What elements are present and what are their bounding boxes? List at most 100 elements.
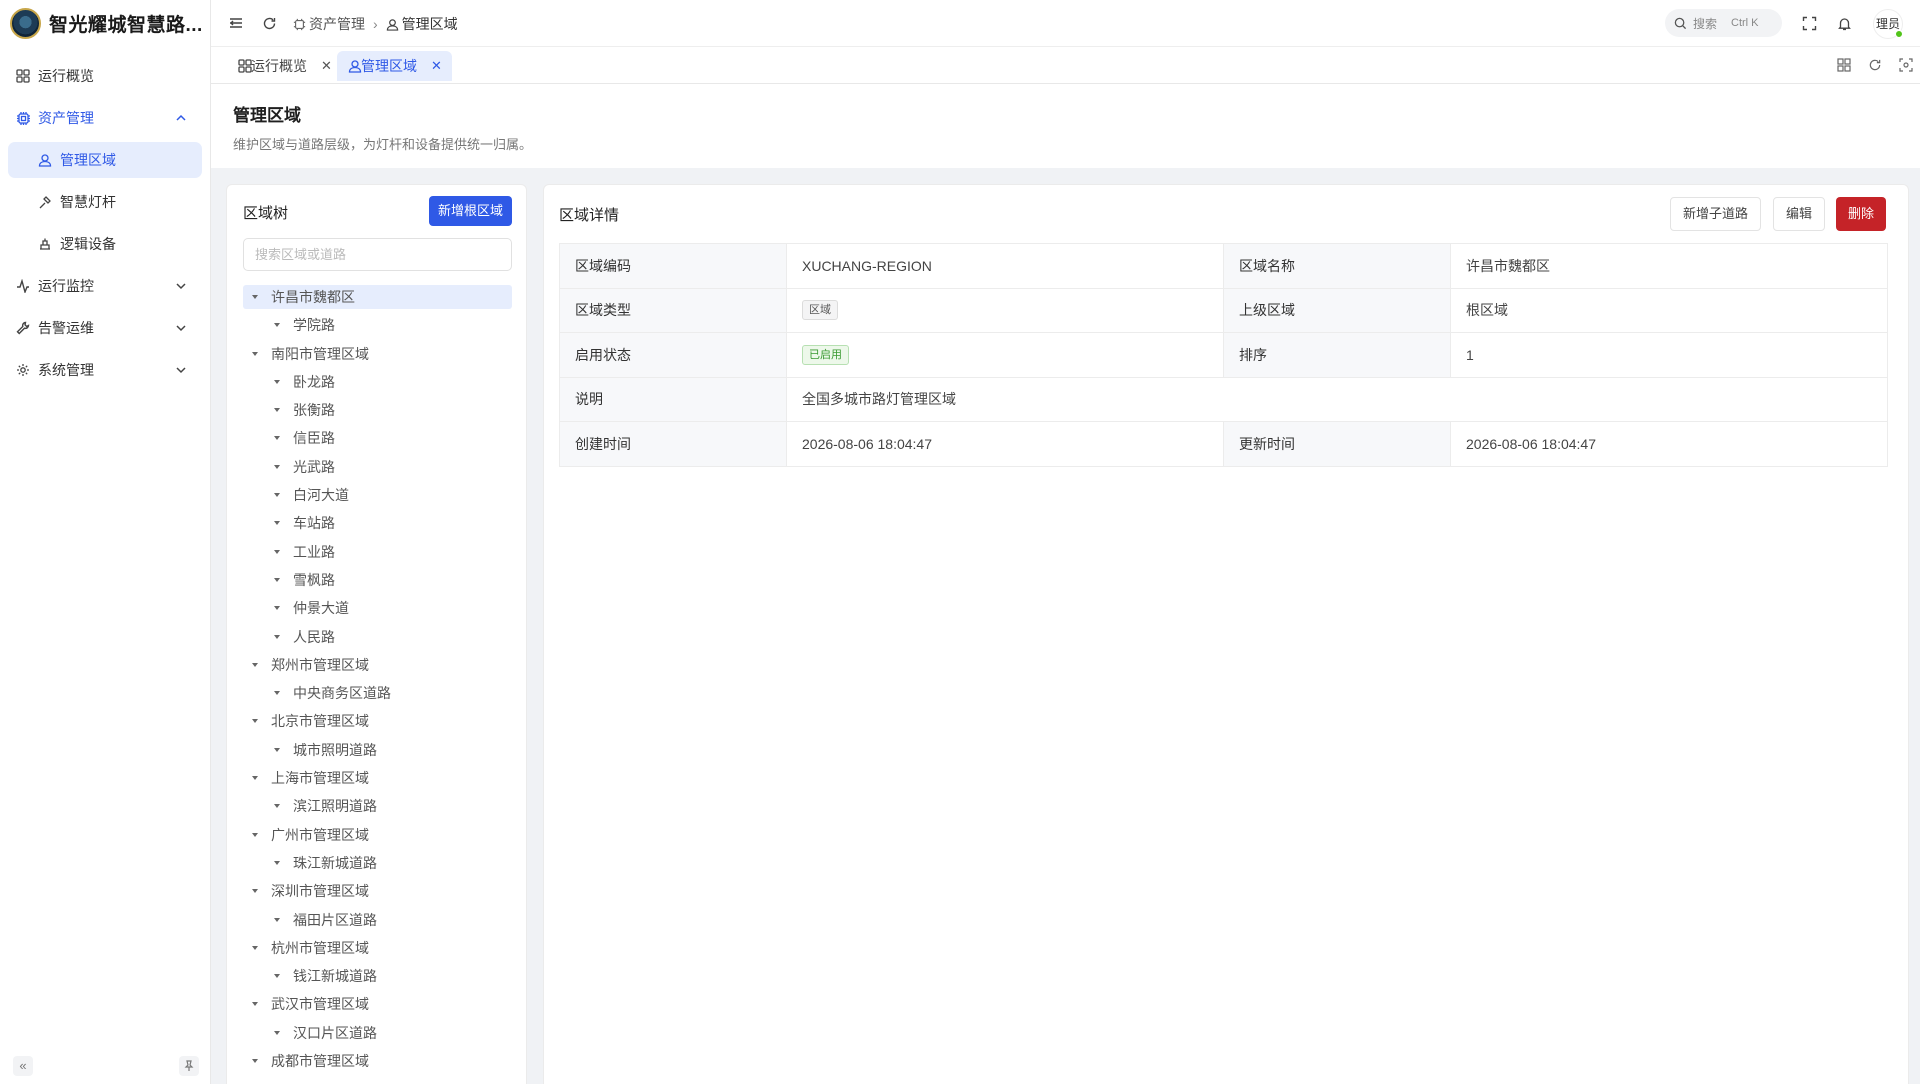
user-region-icon: [386, 18, 398, 31]
fullscreen-button[interactable]: [1800, 14, 1818, 32]
close-tab-button[interactable]: ✕: [431, 58, 442, 74]
refresh-tab-button[interactable]: [1866, 56, 1884, 74]
tree-node-road[interactable]: 光武路: [243, 455, 512, 479]
tree-node-road[interactable]: 中央商务区道路: [243, 681, 512, 705]
sidebar-item-assets[interactable]: 资产管理: [8, 100, 202, 136]
caret-down-icon[interactable]: [251, 1058, 259, 1064]
tree-node-road[interactable]: 雪枫路: [243, 568, 512, 592]
tree-node-road[interactable]: 白河大道: [243, 483, 512, 507]
caret-down-icon[interactable]: [273, 860, 281, 866]
tree-node-label: 人民路: [293, 628, 335, 645]
sidebar-item-monitor[interactable]: 运行监控: [8, 268, 202, 304]
tree-node-road[interactable]: 工业路: [243, 540, 512, 564]
tree-node-road[interactable]: 卧龙路: [243, 370, 512, 394]
tree-node-road[interactable]: 信臣路: [243, 426, 512, 450]
sidebar-item-alarm[interactable]: 告警运维: [8, 310, 202, 346]
caret-down-icon[interactable]: [273, 690, 281, 696]
tree-node-region[interactable]: 南阳市管理区域: [243, 342, 512, 366]
caret-down-icon[interactable]: [273, 605, 281, 611]
global-search-button[interactable]: 搜索 Ctrl K: [1665, 9, 1782, 37]
tree-node-road[interactable]: 车站路: [243, 511, 512, 535]
caret-down-icon[interactable]: [251, 888, 259, 894]
caret-down-icon[interactable]: [273, 464, 281, 470]
caret-down-icon[interactable]: [273, 379, 281, 385]
tab-overview[interactable]: 运行概览 ✕: [227, 51, 342, 81]
tree-node-region[interactable]: 成都市管理区域: [243, 1049, 512, 1073]
caret-down-icon[interactable]: [251, 718, 259, 724]
status-cell: 已启用: [786, 332, 1224, 378]
sidebar-item-overview[interactable]: 运行概览: [8, 58, 202, 94]
sidebar-item-label: 运行概览: [38, 68, 94, 84]
logo-row[interactable]: 智光耀城智慧路...: [0, 0, 210, 46]
caret-down-icon[interactable]: [273, 435, 281, 441]
tree-node-road[interactable]: 城市照明道路: [243, 738, 512, 762]
region-code-value: XUCHANG-REGION: [786, 243, 1224, 289]
caret-down-icon[interactable]: [273, 322, 281, 328]
caret-down-icon[interactable]: [251, 945, 259, 951]
region-tree-panel: 区域树 新增根区域 许昌市魏都区学院路南阳市管理区域卧龙路张衡路信臣路光武路白河…: [226, 184, 527, 1084]
menu-toggle-button[interactable]: [227, 14, 245, 32]
user-avatar[interactable]: 理员: [1873, 9, 1903, 39]
breadcrumb-item-assets[interactable]: 资产管理: [293, 14, 365, 34]
tree-search-input[interactable]: [243, 238, 512, 271]
caret-down-icon[interactable]: [273, 973, 281, 979]
sidebar-item-lamp[interactable]: 智慧灯杆: [8, 184, 202, 220]
add-root-region-button[interactable]: 新增根区域: [428, 196, 512, 226]
tree-node-region[interactable]: 杭州市管理区域: [243, 936, 512, 960]
tree-node-region[interactable]: 深圳市管理区域: [243, 879, 512, 903]
tab-label: 管理区域: [361, 58, 417, 74]
pin-icon: [184, 1060, 194, 1071]
caret-down-icon[interactable]: [273, 634, 281, 640]
sidebar-item-system[interactable]: 系统管理: [8, 352, 202, 388]
caret-down-icon[interactable]: [251, 1001, 259, 1007]
tree-node-region[interactable]: 北京市管理区域: [243, 709, 512, 733]
caret-down-icon[interactable]: [273, 803, 281, 809]
close-tab-button[interactable]: ✕: [321, 58, 332, 74]
tree-node-road[interactable]: 滨江照明道路: [243, 794, 512, 818]
tree-node-label: 杭州市管理区域: [271, 939, 369, 956]
caret-down-icon[interactable]: [273, 917, 281, 923]
notifications-button[interactable]: [1835, 14, 1853, 32]
caret-down-icon[interactable]: [273, 747, 281, 753]
caret-down-icon[interactable]: [251, 351, 259, 357]
tree-node-road[interactable]: 汉口片区道路: [243, 1021, 512, 1045]
sidebar-item-device[interactable]: 逻辑设备: [8, 226, 202, 262]
caret-down-icon[interactable]: [251, 294, 259, 300]
caret-down-icon[interactable]: [273, 549, 281, 555]
parent-region-value: 根区域: [1450, 287, 1888, 333]
tree-node-region[interactable]: 上海市管理区域: [243, 766, 512, 790]
caret-down-icon[interactable]: [273, 492, 281, 498]
caret-down-icon[interactable]: [273, 577, 281, 583]
tree-node-road[interactable]: 学院路: [243, 313, 512, 337]
tab-region[interactable]: 管理区域 ✕: [337, 51, 452, 81]
tree-node-road[interactable]: 钱江新城道路: [243, 964, 512, 988]
maximize-content-button[interactable]: [1897, 56, 1915, 74]
add-child-road-button[interactable]: 新增子道路: [1670, 197, 1762, 231]
caret-down-icon[interactable]: [251, 775, 259, 781]
tree-node-region[interactable]: 武汉市管理区域: [243, 992, 512, 1016]
collapse-sidebar-button[interactable]: «: [13, 1056, 33, 1076]
tree-node-label: 车站路: [293, 515, 335, 532]
caret-down-icon[interactable]: [273, 520, 281, 526]
tree-node-road[interactable]: 福田片区道路: [243, 908, 512, 932]
tree-node-region[interactable]: 广州市管理区域: [243, 823, 512, 847]
tree-node-region[interactable]: 许昌市魏都区: [243, 285, 512, 309]
sidebar-item-region[interactable]: 管理区域: [8, 142, 202, 178]
caret-down-icon[interactable]: [273, 407, 281, 413]
tree-node-road[interactable]: 珠江新城道路: [243, 851, 512, 875]
caret-down-icon[interactable]: [273, 1030, 281, 1036]
edit-button[interactable]: 编辑: [1773, 197, 1826, 231]
refresh-page-button[interactable]: [260, 14, 278, 32]
caret-down-icon[interactable]: [251, 662, 259, 668]
tree-node-road[interactable]: 仲景大道: [243, 596, 512, 620]
pin-sidebar-button[interactable]: [179, 1056, 199, 1076]
delete-button[interactable]: 删除: [1836, 197, 1887, 231]
tree-node-road[interactable]: 人民路: [243, 625, 512, 649]
field-label: 启用状态: [559, 332, 787, 378]
tab-layout-button[interactable]: [1835, 56, 1853, 74]
tabs-bar: 运行概览 ✕ 管理区域 ✕: [211, 47, 1920, 84]
field-label: 排序: [1223, 332, 1451, 378]
caret-down-icon[interactable]: [251, 832, 259, 838]
tree-node-region[interactable]: 郑州市管理区域: [243, 653, 512, 677]
tree-node-road[interactable]: 张衡路: [243, 398, 512, 422]
